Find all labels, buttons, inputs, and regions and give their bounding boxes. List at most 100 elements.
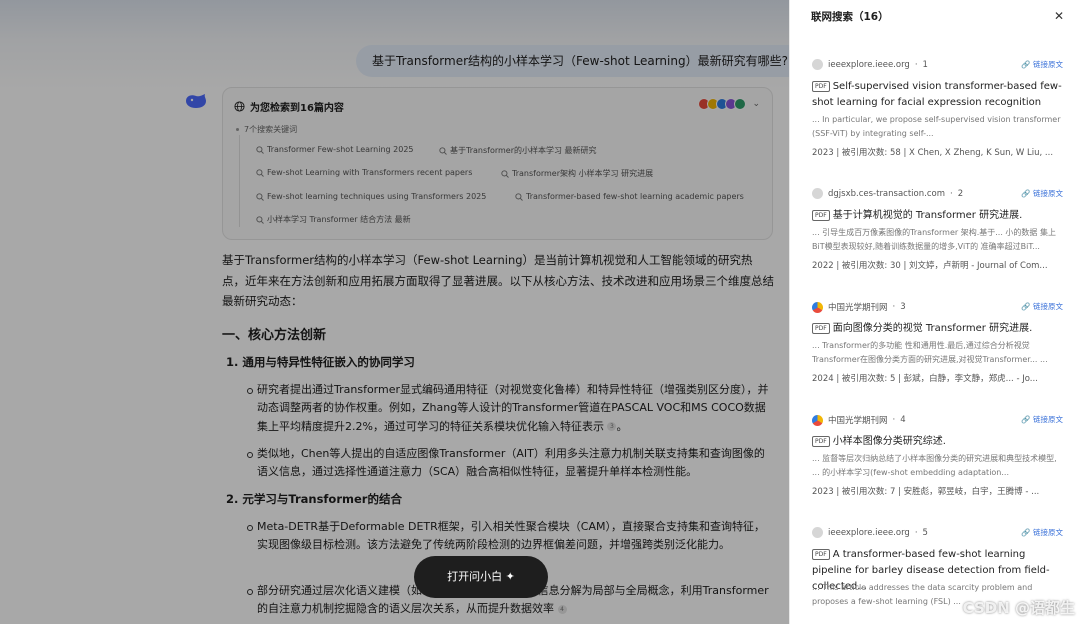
- intro-paragraph: 基于Transformer结构的小样本学习（Few-shot Learning）…: [222, 253, 774, 308]
- close-icon[interactable]: ✕: [1054, 9, 1064, 23]
- link-label: 链接原文: [1033, 189, 1063, 198]
- separator-dot: ·: [892, 415, 896, 425]
- keyword-text: Few-shot Learning with Transformers rece…: [267, 168, 473, 177]
- keywords-timeline: [239, 135, 240, 227]
- keyword-chip[interactable]: Transformer Few-shot Learning 2025: [256, 145, 414, 154]
- keyword-chip[interactable]: 基于Transformer的小样本学习 最新研究: [439, 145, 597, 156]
- site-favicon-icon: [812, 59, 823, 70]
- bullet-item: 研究者提出通过Transformer显式编码通用特征（对视觉变化鲁棒）和特异性特…: [247, 381, 773, 436]
- result-snippet: ... Transformer的多功能 性和通用性.最后,通过综合分析视觉 Tr…: [812, 341, 1048, 364]
- site-favicon-icon: [812, 301, 823, 313]
- result-meta: 2022 | 被引用次数: 30 | 刘文婷，卢新明 - Journal of …: [812, 261, 1048, 271]
- keyword-chip[interactable]: Transformer架构 小样本学习 研究进展: [501, 168, 653, 179]
- keyword-text: Transformer架构 小样本学习 研究进展: [512, 169, 654, 178]
- web-search-panel: 联网搜索（16） ✕ ieeexplore.ieee.org · 1 🔗 链接原…: [789, 0, 1080, 624]
- result-title: 小样本图像分类研究综述.: [832, 436, 946, 447]
- result-snippet: ... In particular, we propose self-super…: [812, 115, 1061, 138]
- open-link-button[interactable]: 🔗 链接原文: [1021, 59, 1063, 70]
- citation-marker[interactable]: 4: [557, 604, 567, 614]
- bullet-text: 研究者提出通过Transformer显式编码通用特征（对视觉变化鲁棒）和特异性特…: [257, 383, 769, 433]
- result-source: 中国光学期刊网 · 4: [812, 414, 906, 426]
- open-link-button[interactable]: 🔗 链接原文: [1021, 527, 1063, 538]
- pdf-badge: PDF: [812, 548, 830, 560]
- open-assistant-button[interactable]: 打开问小白 ✦: [414, 556, 548, 598]
- result-meta: 2024 | 被引用次数: 5 | 彭斌，白静，李文静，郑虎... - Jo..…: [812, 374, 1038, 384]
- user-message-bubble: 基于Transformer结构的小样本学习（Few-shot Learning）…: [356, 45, 789, 77]
- watermark: CSDN @语都生: [962, 599, 1075, 617]
- link-label: 链接原文: [1033, 415, 1063, 424]
- pdf-badge: PDF: [812, 322, 830, 334]
- search-icon: [501, 169, 509, 178]
- result-title: Self-supervised vision transformer-based…: [812, 81, 1062, 108]
- keyword-text: Transformer-based few-shot learning acad…: [526, 192, 744, 201]
- site-favicon-icon: [812, 188, 823, 199]
- keyword-chip[interactable]: 小样本学习 Transformer 结合方法 最新: [256, 214, 411, 225]
- source-domain: ieeexplore.ieee.org: [828, 527, 910, 538]
- pdf-badge: PDF: [812, 435, 830, 447]
- bullet-text: 类似地，Chen等人提出的自适应图像Transformer（AIT）利用多头注意…: [257, 447, 765, 479]
- result-source: dgjsxb.ces-transaction.com · 2: [812, 188, 963, 199]
- panel-title: 联网搜索（16）: [811, 11, 889, 23]
- link-label: 链接原文: [1033, 60, 1063, 69]
- link-label: 链接原文: [1033, 528, 1063, 537]
- search-icon: [256, 215, 264, 224]
- pdf-badge: PDF: [812, 80, 830, 92]
- separator-dot: ·: [914, 527, 918, 538]
- search-icon: [439, 146, 447, 155]
- subsection-heading: 2. 元学习与Transformer的结合: [226, 492, 402, 506]
- search-results-card[interactable]: 为您检索到16篇内容 ⌄ 7个搜索关键词 Transformer Few-sho…: [222, 87, 773, 240]
- keyword-chip[interactable]: Few-shot learning techniques using Trans…: [256, 192, 486, 201]
- source-domain: ieeexplore.ieee.org: [828, 59, 910, 70]
- site-favicon-icon: [812, 527, 823, 538]
- result-source: ieeexplore.ieee.org · 1: [812, 59, 928, 70]
- subsection-heading: 1. 通用与特异性特征嵌入的协同学习: [226, 355, 415, 369]
- chat-area: 基于Transformer结构的小样本学习（Few-shot Learning）…: [0, 0, 789, 624]
- source-favicons[interactable]: ⌄: [698, 98, 760, 110]
- source-domain: 中国光学期刊网: [828, 303, 888, 313]
- section-heading: 一、核心方法创新: [222, 328, 327, 343]
- keyword-text: Few-shot learning techniques using Trans…: [267, 192, 487, 201]
- answer-intro: 基于Transformer结构的小样本学习（Few-shot Learning）…: [222, 250, 774, 312]
- globe-icon: [234, 101, 245, 112]
- open-link-button[interactable]: 🔗 链接原文: [1021, 188, 1063, 199]
- separator-dot: ·: [949, 188, 953, 199]
- result-meta: 2023 | 被引用次数: 58 | X Chen, X Zheng, K Su…: [812, 148, 1054, 158]
- link-label: 链接原文: [1033, 302, 1063, 311]
- keyword-text: Transformer Few-shot Learning 2025: [267, 145, 414, 154]
- bullet-text: Meta-DETR基于Deformable DETR框架，引入相关性聚合模块（C…: [257, 520, 765, 552]
- result-title-wrap: PDF 基于计算机视觉的 Transformer 研究进展.: [812, 208, 1067, 224]
- source-domain: dgjsxb.ces-transaction.com: [828, 188, 945, 199]
- open-link-button[interactable]: 🔗 链接原文: [1021, 414, 1063, 425]
- bullet-end: 。: [616, 419, 628, 433]
- result-title-wrap: PDF 面向图像分类的视觉 Transformer 研究进展.: [812, 321, 1067, 337]
- search-icon: [256, 192, 264, 201]
- result-source: ieeexplore.ieee.org · 5: [812, 527, 928, 538]
- source-favicon-icon: [734, 98, 747, 110]
- result-index: 1: [922, 59, 928, 70]
- result-meta: 2023 | 被引用次数: 7 | 安胜彪，郭昱岐，白宇，王腾博 - ...: [812, 487, 1040, 497]
- keyword-chip[interactable]: Few-shot Learning with Transformers rece…: [256, 168, 472, 177]
- chevron-down-icon[interactable]: ⌄: [752, 99, 760, 109]
- keyword-text: 小样本学习 Transformer 结合方法 最新: [267, 215, 411, 224]
- result-title: 面向图像分类的视觉 Transformer 研究进展.: [832, 323, 1033, 334]
- source-domain: 中国光学期刊网: [828, 416, 888, 426]
- keyword-chip[interactable]: Transformer-based few-shot learning acad…: [515, 192, 744, 201]
- keyword-text: 基于Transformer的小样本学习 最新研究: [450, 146, 597, 155]
- result-title-wrap: PDF 小样本图像分类研究综述.: [812, 434, 1067, 450]
- site-favicon-icon: [812, 414, 823, 426]
- result-snippet: ... 引导生成百万像素图像的Transformer 架构.基于... 小的数据…: [812, 228, 1056, 251]
- keywords-title: 7个搜索关键词: [236, 124, 297, 135]
- whale-logo-icon: [186, 94, 206, 108]
- search-card-header: 为您检索到16篇内容: [234, 99, 344, 114]
- result-title: 基于计算机视觉的 Transformer 研究进展.: [832, 210, 1023, 221]
- open-link-button[interactable]: 🔗 链接原文: [1021, 301, 1063, 312]
- bullet-item: Meta-DETR基于Deformable DETR框架，引入相关性聚合模块（C…: [247, 518, 773, 555]
- result-source: 中国光学期刊网 · 3: [812, 301, 906, 313]
- result-snippet: ... 监督等层次归纳总结了小样本图像分类的研究进展和典型技术模型, ... 的…: [812, 454, 1057, 477]
- pdf-badge: PDF: [812, 209, 830, 221]
- result-index: 3: [900, 302, 906, 312]
- result-title-wrap: PDF Self-supervised vision transformer-ba…: [812, 79, 1067, 111]
- search-icon: [515, 192, 523, 201]
- search-icon: [256, 145, 264, 154]
- result-index: 5: [922, 527, 928, 538]
